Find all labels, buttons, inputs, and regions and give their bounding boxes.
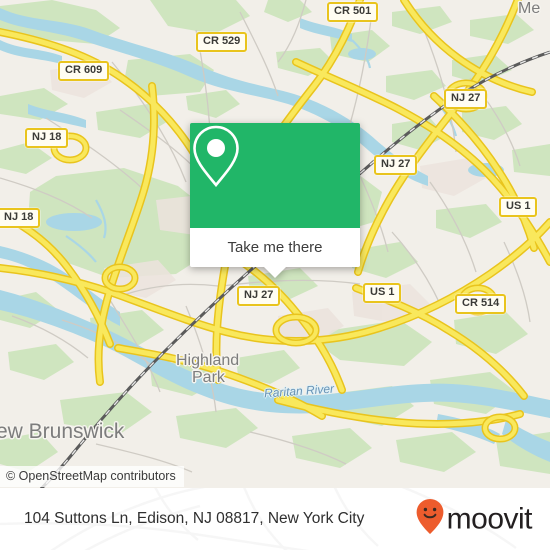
shield-nj-27-north[interactable]: NJ 27 xyxy=(444,89,488,109)
shield-nj-18-lower[interactable]: NJ 18 xyxy=(0,208,41,228)
moovit-pin-icon xyxy=(415,498,445,541)
popup-footer[interactable]: Take me there xyxy=(190,228,360,278)
osm-attribution[interactable]: © OpenStreetMap contributors xyxy=(0,466,184,487)
map-screenshot: ew Brunswick Highland Park Me Raritan Ri… xyxy=(0,0,550,550)
take-me-there-label: Take me there xyxy=(227,239,323,256)
popup-pointer-tail xyxy=(264,267,286,278)
shield-nj-27-south[interactable]: NJ 27 xyxy=(237,286,281,306)
shield-cr-514[interactable]: CR 514 xyxy=(455,294,507,314)
moovit-logo[interactable]: moovit xyxy=(415,498,533,541)
address-label: 104 Suttons Ln, Edison, NJ 08817, New Yo… xyxy=(24,510,365,527)
map-popup-card[interactable]: Take me there xyxy=(190,123,360,278)
shield-cr-501[interactable]: CR 501 xyxy=(327,2,379,22)
moovit-wordmark: moovit xyxy=(446,502,533,535)
map-canvas[interactable]: ew Brunswick Highland Park Me Raritan Ri… xyxy=(0,0,550,488)
shield-nj-18-upper[interactable]: NJ 18 xyxy=(25,128,69,148)
shield-nj-27-mid[interactable]: NJ 27 xyxy=(374,155,418,175)
shield-us-1-south[interactable]: US 1 xyxy=(363,283,402,303)
shield-cr-529[interactable]: CR 529 xyxy=(196,32,248,52)
shield-us-1-east[interactable]: US 1 xyxy=(499,197,538,217)
popup-header xyxy=(190,123,360,228)
shield-cr-609[interactable]: CR 609 xyxy=(58,61,110,81)
bottom-info-bar: 104 Suttons Ln, Edison, NJ 08817, New Yo… xyxy=(0,488,550,550)
